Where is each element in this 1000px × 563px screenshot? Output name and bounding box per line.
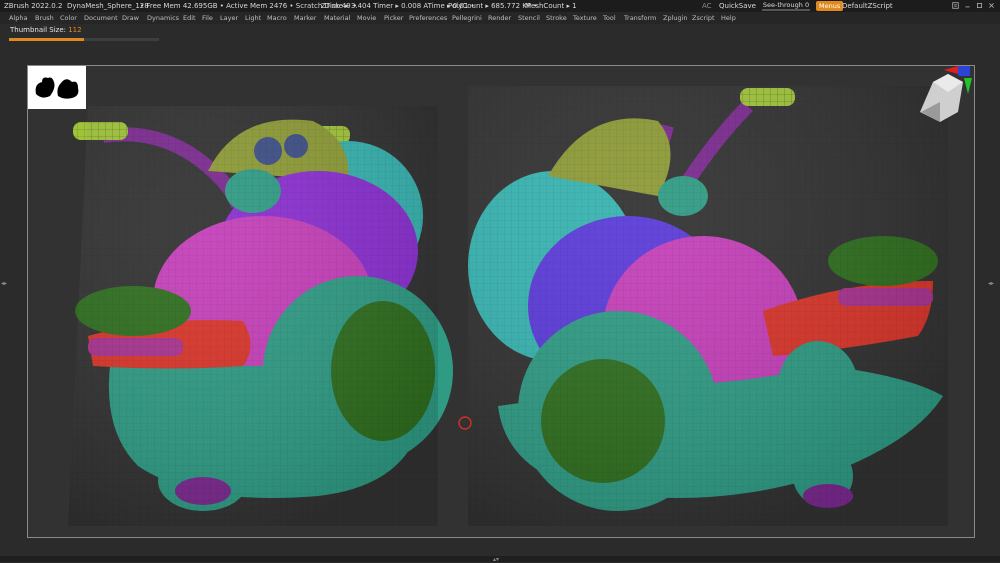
menu-stroke[interactable]: Stroke	[546, 12, 567, 24]
see-through-slider[interactable]: See-through 0	[760, 1, 812, 11]
menu-color[interactable]: Color	[60, 12, 77, 24]
menu-picker[interactable]: Picker	[384, 12, 403, 24]
ac-indicator[interactable]: AC	[702, 0, 712, 12]
menu-zplugin[interactable]: Zplugin	[663, 12, 688, 24]
close-icon[interactable]	[988, 2, 995, 9]
menu-stencil[interactable]: Stencil	[518, 12, 540, 24]
menu-light[interactable]: Light	[245, 12, 261, 24]
menu-brush[interactable]: Brush	[35, 12, 54, 24]
menu-texture[interactable]: Texture	[573, 12, 597, 24]
thumbnail-size-label: Thumbnail Size: 112	[10, 26, 82, 34]
document-name: DynaMesh_Sphere_128	[67, 2, 149, 10]
menu-macro[interactable]: Macro	[267, 12, 287, 24]
app-version: ZBrush 2022.0.2	[4, 2, 63, 10]
main-menu-bar: Alpha Brush Color Document Draw Dynamics…	[0, 12, 1000, 24]
thumbnail-size-value: 112	[68, 26, 82, 34]
menu-edit[interactable]: Edit	[183, 12, 196, 24]
menu-preferences[interactable]: Preferences	[409, 12, 447, 24]
menu-zscript[interactable]: Zscript	[692, 12, 715, 24]
thumbnail-size-track[interactable]	[9, 38, 159, 41]
see-through-track	[762, 9, 810, 11]
default-zscript-button[interactable]: DefaultZScript	[842, 0, 893, 12]
menu-dynamics[interactable]: Dynamics	[147, 12, 179, 24]
script-icon[interactable]	[952, 2, 959, 9]
thumbnail-size-text: Thumbnail Size:	[10, 26, 66, 34]
left-tray-toggle[interactable]: ◂▸	[1, 280, 7, 287]
snail-silhouette-thumbnail-icon	[28, 66, 86, 109]
quicksave-button[interactable]: QuickSave	[719, 0, 756, 12]
see-through-value: 0	[804, 1, 810, 9]
right-tray-toggle[interactable]: ◂▸	[988, 280, 994, 287]
menu-transform[interactable]: Transform	[624, 12, 656, 24]
thumbnail-size-fill	[9, 38, 84, 41]
meshcount-stats: MeshCount ▸ 1	[525, 2, 577, 10]
viewport-render[interactable]	[28, 66, 972, 535]
thumbnail-size-slider[interactable]: Thumbnail Size: 112	[0, 24, 1000, 46]
menu-file[interactable]: File	[202, 12, 213, 24]
menu-marker[interactable]: Marker	[294, 12, 316, 24]
menu-render[interactable]: Render	[488, 12, 511, 24]
menu-draw[interactable]: Draw	[122, 12, 139, 24]
menu-layer[interactable]: Layer	[220, 12, 238, 24]
see-through-label: See-through	[762, 1, 803, 9]
menu-movie[interactable]: Movie	[357, 12, 376, 24]
bottom-tray	[0, 556, 1000, 562]
mesh-left	[68, 106, 453, 526]
menus-toggle-button[interactable]: Menus	[816, 1, 844, 11]
title-bar: ZBrush 2022.0.2 DynaMesh_Sphere_128 • Fr…	[0, 0, 1000, 12]
menu-document[interactable]: Document	[84, 12, 118, 24]
minimize-icon[interactable]	[964, 2, 971, 9]
menu-pellegrini[interactable]: Pellegrini	[452, 12, 482, 24]
maximize-icon[interactable]	[976, 2, 983, 9]
menu-help[interactable]: Help	[721, 12, 736, 24]
menu-alpha[interactable]: Alpha	[9, 12, 27, 24]
menu-tool[interactable]: Tool	[603, 12, 616, 24]
menu-material[interactable]: Material	[324, 12, 350, 24]
mesh-right	[468, 86, 948, 526]
